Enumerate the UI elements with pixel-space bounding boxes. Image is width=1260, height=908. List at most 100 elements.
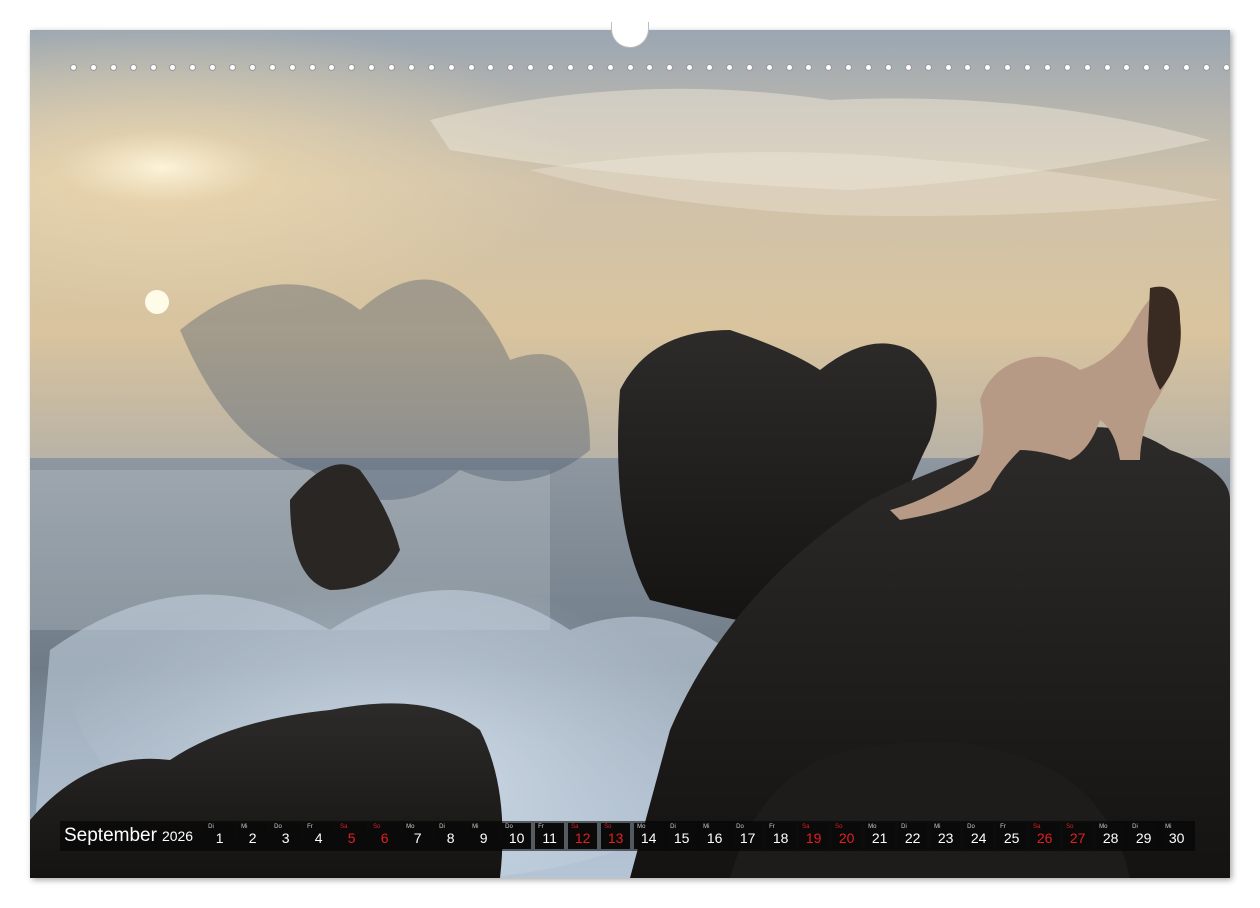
weekday-label: Fr	[538, 824, 544, 830]
binding-hole	[1083, 63, 1091, 71]
weekday-label: Sa	[571, 824, 579, 830]
binding-hole	[467, 63, 475, 71]
day-cell: Fr 18	[766, 823, 796, 849]
day-number: 30	[1168, 830, 1185, 846]
day-number: 1	[215, 830, 224, 846]
day-cell: Fr 4	[304, 823, 334, 849]
seascape-photo	[30, 30, 1230, 878]
binding-hole	[845, 63, 853, 71]
weekday-label: Sa	[802, 824, 810, 830]
day-cell: Mi 23	[931, 823, 961, 849]
day-cell: So 13	[601, 823, 631, 849]
binding-hole	[805, 63, 813, 71]
binding-hole	[388, 63, 395, 71]
day-number: 22	[904, 830, 921, 846]
day-number: 18	[772, 830, 789, 846]
binding-hole	[984, 63, 992, 71]
binding-hole	[686, 63, 694, 71]
binding-hole	[745, 63, 753, 71]
weekday-label: Do	[505, 824, 513, 830]
binding-hole	[865, 63, 872, 71]
day-cell: Do 10	[502, 823, 532, 849]
day-number: 3	[281, 830, 290, 846]
binding-hole	[288, 63, 296, 71]
day-number: 29	[1135, 830, 1152, 846]
binding-hole	[1024, 63, 1031, 71]
weekday-label: Mi	[934, 824, 941, 830]
binding-hole	[368, 63, 376, 71]
day-number: 21	[871, 830, 888, 846]
month-year: 2026	[161, 828, 194, 844]
weekday-label: Mi	[703, 824, 710, 830]
weekday-label: Di	[208, 824, 214, 830]
weekday-label: Fr	[1000, 824, 1006, 830]
binding-hole	[904, 63, 912, 71]
binding-hole	[248, 63, 256, 71]
day-cell: Do 24	[964, 823, 994, 849]
day-number: 13	[607, 830, 624, 846]
month-title: September 2026	[64, 825, 201, 847]
binding-hole	[129, 63, 137, 71]
day-cell: Di 1	[205, 823, 235, 849]
day-number: 8	[446, 830, 455, 846]
day-number: 27	[1069, 830, 1086, 846]
binding-hole	[666, 63, 674, 71]
weekday-label: Di	[439, 824, 445, 830]
binding-hole	[765, 63, 773, 71]
binding-hole	[109, 63, 117, 71]
binding-hole	[964, 63, 972, 71]
day-number: 20	[838, 830, 855, 846]
binding-hole	[944, 63, 952, 71]
weekday-label: Di	[1132, 824, 1138, 830]
binding-hole	[884, 63, 892, 71]
day-cell: Di 15	[667, 823, 697, 849]
binding-hole	[626, 63, 634, 71]
day-number: 7	[413, 830, 422, 846]
weekday-label: Mi	[241, 824, 248, 830]
binding-hole	[447, 63, 455, 71]
binding-hole	[407, 63, 415, 71]
day-number: 23	[937, 830, 954, 846]
day-cell: Sa 26	[1030, 823, 1060, 849]
month-name: September	[64, 825, 157, 846]
day-cell: Di 8	[436, 823, 466, 849]
binding-hole	[89, 63, 97, 71]
binding-hole	[70, 63, 77, 71]
weekday-label: Do	[274, 824, 282, 830]
binding-hole	[924, 63, 932, 71]
day-cell: Mo 21	[865, 823, 895, 849]
binding-hole	[1143, 63, 1151, 71]
binding-hole	[189, 63, 197, 71]
binding-hole	[1103, 63, 1111, 71]
day-number: 12	[574, 830, 591, 846]
weekday-label: Fr	[307, 824, 313, 830]
day-number: 6	[380, 830, 389, 846]
day-cell: So 27	[1063, 823, 1093, 849]
binding-hole	[1163, 63, 1171, 71]
binding-hole	[785, 63, 793, 71]
binding-hole	[706, 63, 713, 71]
day-number: 24	[970, 830, 987, 846]
binding-hole	[1183, 63, 1190, 71]
weekday-label: Di	[670, 824, 676, 830]
day-cell: Mi 9	[469, 823, 499, 849]
day-number: 28	[1102, 830, 1119, 846]
day-cell: Do 17	[733, 823, 763, 849]
weekday-label: So	[373, 824, 381, 830]
spiral-binding-holes	[70, 60, 1230, 74]
binding-hole	[725, 63, 733, 71]
binding-hole	[1043, 63, 1051, 71]
day-cell: Mi 16	[700, 823, 730, 849]
weekday-label: Mo	[406, 824, 415, 830]
day-cell: So 6	[370, 823, 400, 849]
day-number: 16	[706, 830, 723, 846]
binding-hole	[1063, 63, 1071, 71]
weekday-label: Mo	[637, 824, 646, 830]
weekday-label: Mi	[1165, 824, 1172, 830]
weekday-label: Mo	[1099, 824, 1108, 830]
day-number: 11	[542, 830, 557, 846]
day-cell: Di 29	[1129, 823, 1159, 849]
day-cell: Sa 12	[568, 823, 598, 849]
day-number: 4	[314, 830, 323, 846]
day-cell: Fr 25	[997, 823, 1027, 849]
